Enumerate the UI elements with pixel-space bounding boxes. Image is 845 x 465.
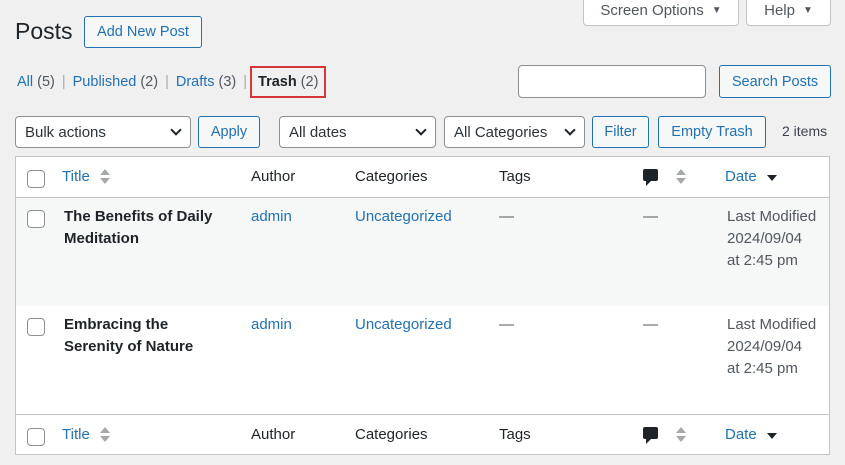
- help-label: Help: [764, 1, 795, 19]
- column-tags-footer: Tags: [499, 426, 531, 443]
- post-author-link[interactable]: admin: [251, 206, 292, 228]
- column-comments-footer[interactable]: [643, 424, 687, 446]
- filter-drafts-label: Drafts: [175, 74, 215, 90]
- column-date-link[interactable]: Date: [725, 426, 757, 443]
- post-title: Embracing the Serenity of Nature: [64, 314, 234, 358]
- column-title-footer[interactable]: Title: [62, 424, 110, 446]
- post-date-value: 2024/09/04: [727, 230, 803, 247]
- table-footer: Title Author Categories Tags Date: [16, 414, 829, 455]
- post-date-time: at 2:45 pm: [727, 360, 798, 377]
- posts-table: Title Author Categories Tags Date The Be…: [15, 156, 830, 455]
- filter-drafts-link[interactable]: Drafts: [176, 74, 215, 90]
- filter-all-label: All: [17, 74, 34, 90]
- sort-desc-icon: [766, 169, 777, 185]
- row-checkbox[interactable]: [27, 318, 45, 336]
- filter-all-link[interactable]: All: [17, 74, 33, 90]
- column-title-link[interactable]: Title: [62, 426, 90, 443]
- post-date-status: Last Modified: [727, 208, 817, 225]
- sort-arrows-icon: [676, 427, 687, 443]
- post-date-value: 2024/09/04: [727, 338, 803, 355]
- column-date-footer[interactable]: Date: [725, 424, 777, 446]
- items-count: 2 items: [782, 123, 828, 139]
- filter-trash-count: (2): [300, 74, 319, 90]
- screen-options-button[interactable]: Screen Options ▼: [583, 0, 739, 26]
- separator: |: [61, 74, 66, 90]
- sort-arrows-icon: [99, 427, 110, 443]
- sort-desc-icon: [766, 427, 777, 443]
- column-title-link[interactable]: Title: [62, 168, 90, 185]
- sort-arrows-icon: [99, 169, 110, 185]
- column-tags-header: Tags: [499, 168, 531, 185]
- chevron-down-icon: [415, 124, 427, 136]
- post-tags: —: [499, 208, 514, 225]
- bulk-actions-value: Bulk actions: [25, 123, 106, 141]
- chevron-down-icon: [564, 124, 576, 136]
- column-author-footer: Author: [251, 426, 296, 443]
- post-category-link[interactable]: Uncategorized: [355, 314, 452, 336]
- category-filter-select[interactable]: All Categories: [444, 116, 585, 148]
- separator: |: [165, 74, 169, 90]
- post-comments: —: [643, 208, 658, 225]
- row-checkbox[interactable]: [27, 210, 45, 228]
- post-title-line: Meditation: [64, 230, 139, 247]
- column-comments-header[interactable]: [643, 166, 687, 188]
- trash-highlight-box: Trash (2): [250, 66, 327, 98]
- column-author-header: Author: [251, 168, 296, 185]
- filter-all-count: (5): [37, 74, 55, 90]
- screen-options-label: Screen Options: [600, 1, 704, 19]
- column-date-link[interactable]: Date: [725, 168, 757, 185]
- filter-published-count: (2): [140, 74, 159, 90]
- chevron-down-icon: [170, 124, 182, 136]
- post-date: Last Modified 2024/09/04 at 2:45 pm: [727, 314, 827, 380]
- table-header: Title Author Categories Tags Date: [16, 157, 829, 198]
- table-row: The Benefits of Daily Meditation admin U…: [16, 198, 829, 306]
- date-filter-select[interactable]: All dates: [279, 116, 436, 148]
- select-all-checkbox[interactable]: [27, 170, 45, 188]
- empty-trash-button[interactable]: Empty Trash: [658, 116, 766, 148]
- caret-down-icon: ▼: [802, 4, 813, 16]
- post-title: The Benefits of Daily Meditation: [64, 206, 234, 250]
- date-filter-value: All dates: [289, 123, 347, 141]
- post-comments: —: [643, 316, 658, 333]
- search-posts-button[interactable]: Search Posts: [719, 65, 831, 98]
- comment-bubble-icon: [643, 427, 658, 444]
- post-date-time: at 2:45 pm: [727, 252, 798, 269]
- filter-published-link[interactable]: Published: [73, 74, 137, 90]
- post-title-line: The Benefits of Daily: [64, 208, 213, 225]
- search-input[interactable]: [518, 65, 706, 98]
- post-date: Last Modified 2024/09/04 at 2:45 pm: [727, 206, 827, 272]
- category-filter-value: All Categories: [454, 123, 548, 141]
- post-title-line: Serenity of Nature: [64, 338, 194, 355]
- table-row: Embracing the Serenity of Nature admin U…: [16, 306, 829, 414]
- column-date-header[interactable]: Date: [725, 166, 777, 188]
- help-button[interactable]: Help ▼: [746, 0, 831, 26]
- apply-button[interactable]: Apply: [198, 116, 260, 148]
- caret-down-icon: ▼: [711, 4, 722, 16]
- post-tags: —: [499, 316, 514, 333]
- column-categories-footer: Categories: [355, 426, 428, 443]
- separator: |: [243, 74, 248, 90]
- post-author-link[interactable]: admin: [251, 314, 292, 336]
- page-title: Posts: [15, 18, 73, 44]
- post-status-filters: All (5) | Published (2) | Drafts (3) | T…: [17, 66, 327, 98]
- filter-trash-label: Trash: [258, 74, 297, 90]
- post-category-link[interactable]: Uncategorized: [355, 206, 452, 228]
- select-all-checkbox[interactable]: [27, 428, 45, 446]
- post-date-status: Last Modified: [727, 316, 817, 333]
- filter-published-label: Published: [72, 74, 137, 90]
- comment-bubble-icon: [643, 169, 658, 186]
- column-categories-header: Categories: [355, 168, 428, 185]
- sort-arrows-icon: [676, 169, 687, 185]
- column-title-header[interactable]: Title: [62, 166, 110, 188]
- bulk-actions-select[interactable]: Bulk actions: [15, 116, 191, 148]
- filter-drafts-count: (3): [218, 74, 237, 90]
- filter-trash-link[interactable]: Trash: [258, 74, 297, 90]
- post-title-line: Embracing the: [64, 316, 169, 333]
- filter-button[interactable]: Filter: [592, 116, 649, 148]
- add-new-post-button[interactable]: Add New Post: [84, 16, 202, 48]
